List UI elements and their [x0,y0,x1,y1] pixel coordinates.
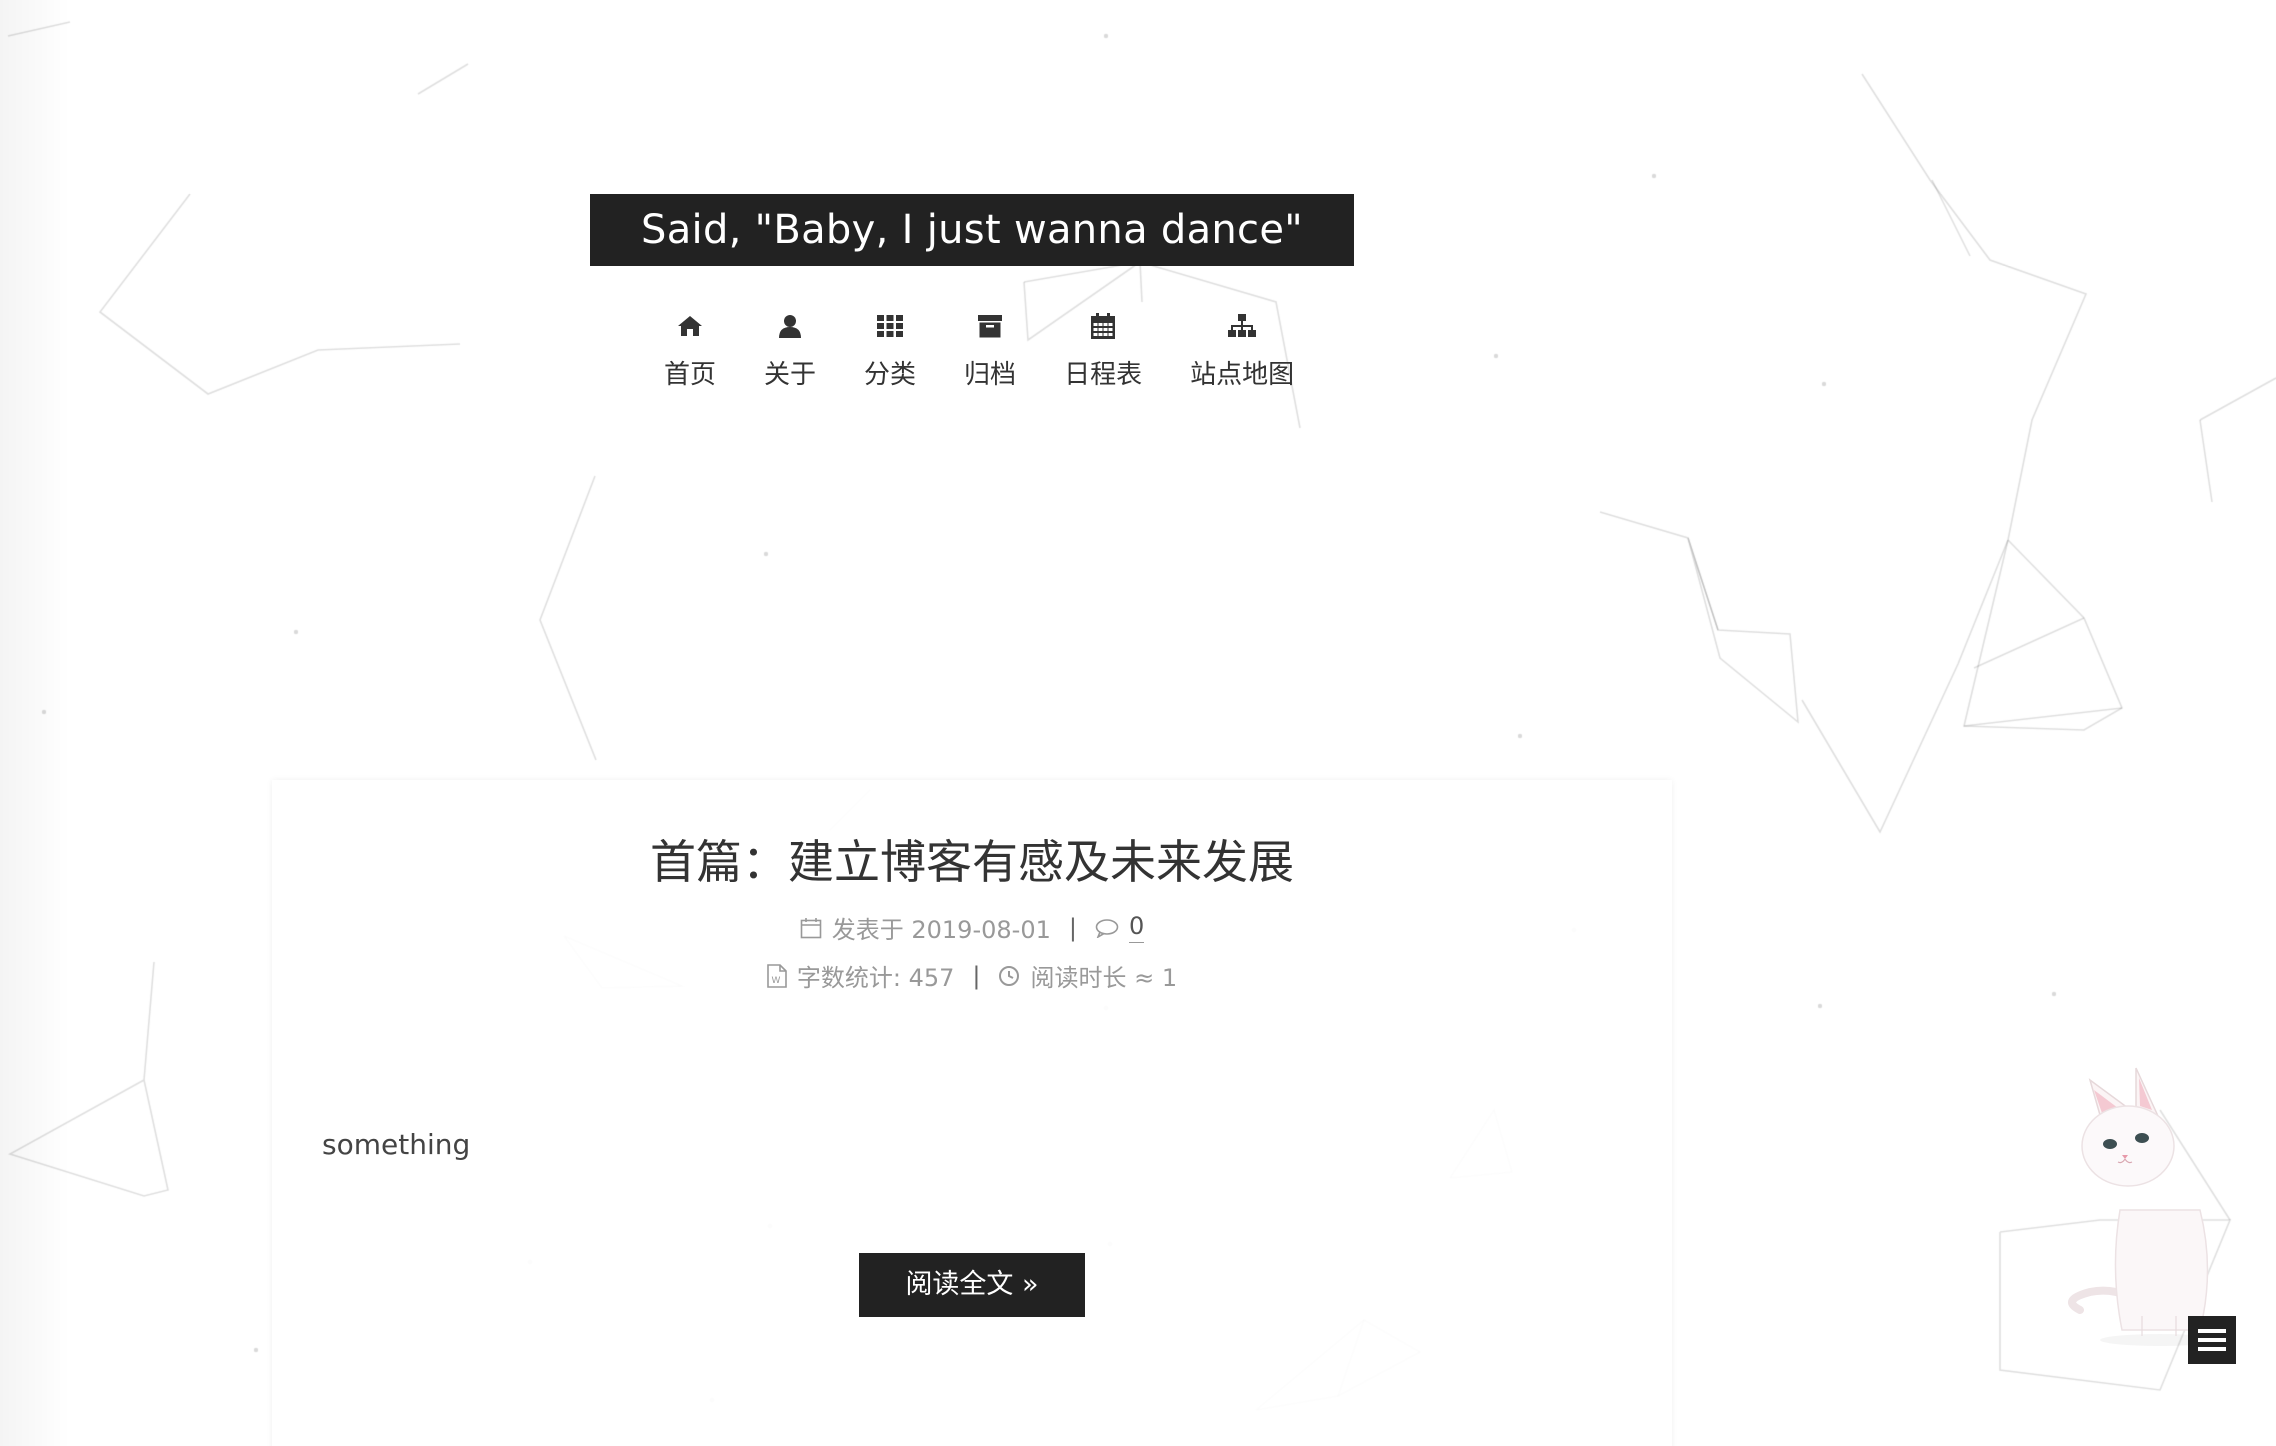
home-icon [676,312,704,340]
post-excerpt: something [322,1128,471,1161]
nav-item-home[interactable]: 首页 [640,312,740,412]
read-time: 阅读时长 ≈ 1 [1030,964,1178,992]
read-more-button[interactable]: 阅读全文 » [859,1253,1085,1317]
nav-item-about[interactable]: 关于 [740,312,840,412]
nav-label: 日程表 [1064,360,1143,390]
calendar-icon [800,917,822,939]
nav-item-schedule[interactable]: 日程表 [1040,312,1166,412]
nav-label: 分类 [864,360,917,390]
left-edge-shadow [0,0,70,1446]
archive-icon [976,312,1004,340]
post-date: 发表于 2019-08-01 [831,916,1051,944]
clock-icon [998,965,1020,987]
svg-text:W: W [771,976,780,986]
post-card: 首篇：建立博客有感及未来发展 发表于 2019-08-01 | 0 W 字数统计… [272,780,1672,1446]
nav-label: 站点地图 [1190,360,1295,390]
nav-item-sitemap[interactable]: 站点地图 [1166,312,1318,412]
nav-item-archives[interactable]: 归档 [940,312,1040,412]
menu-toggle-button[interactable] [2188,1316,2236,1364]
sitemap-icon [1228,312,1257,340]
menu-bar [2198,1329,2226,1333]
comment-count-link[interactable]: 0 [1128,912,1145,943]
post-meta-primary: 发表于 2019-08-01 | 0 [272,910,1672,945]
meta-divider: | [1068,913,1077,942]
word-count: 字数统计: 457 [796,964,955,992]
nav-item-categories[interactable]: 分类 [840,312,940,412]
cat-mascot [2068,1067,2220,1346]
menu-bar [2198,1338,2226,1342]
post-title[interactable]: 首篇：建立博客有感及未来发展 [272,826,1672,892]
calendar-icon [1089,312,1117,340]
user-icon [776,312,804,340]
post-meta-secondary: W 字数统计: 457 | 阅读时长 ≈ 1 [272,958,1672,993]
grid-icon [876,312,904,340]
nav-label: 归档 [964,360,1017,390]
site-title[interactable]: Said, "Baby, I just wanna dance" [590,194,1354,266]
main-nav: 首页 关于 分类 归档 日程表 站点地图 [640,312,1318,412]
meta-divider: | [972,961,981,990]
file-word-icon: W [767,963,787,988]
nav-label: 关于 [764,360,817,390]
comment-icon [1095,918,1119,938]
menu-bar [2198,1347,2226,1351]
nav-label: 首页 [664,360,717,390]
